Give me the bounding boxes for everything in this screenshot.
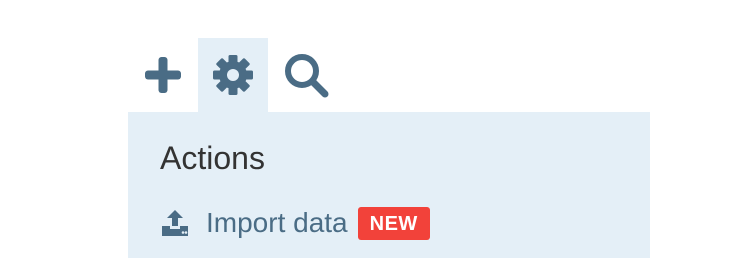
upload-icon bbox=[160, 208, 190, 238]
menu-item-import-data[interactable]: Import data NEW bbox=[160, 204, 430, 242]
plus-icon bbox=[143, 55, 183, 95]
menu-item-label: Import data bbox=[206, 207, 348, 238]
actions-dropdown: Actions Import data NEW bbox=[128, 112, 650, 258]
new-badge: NEW bbox=[357, 206, 430, 240]
search-icon bbox=[282, 51, 330, 99]
dropdown-title: Actions bbox=[160, 140, 265, 176]
search-button[interactable] bbox=[268, 38, 344, 112]
gear-icon bbox=[212, 54, 254, 96]
add-button[interactable] bbox=[128, 38, 198, 112]
page: Actions Import data NEW bbox=[0, 0, 750, 258]
settings-button[interactable] bbox=[198, 38, 268, 112]
toolbar bbox=[128, 38, 344, 112]
